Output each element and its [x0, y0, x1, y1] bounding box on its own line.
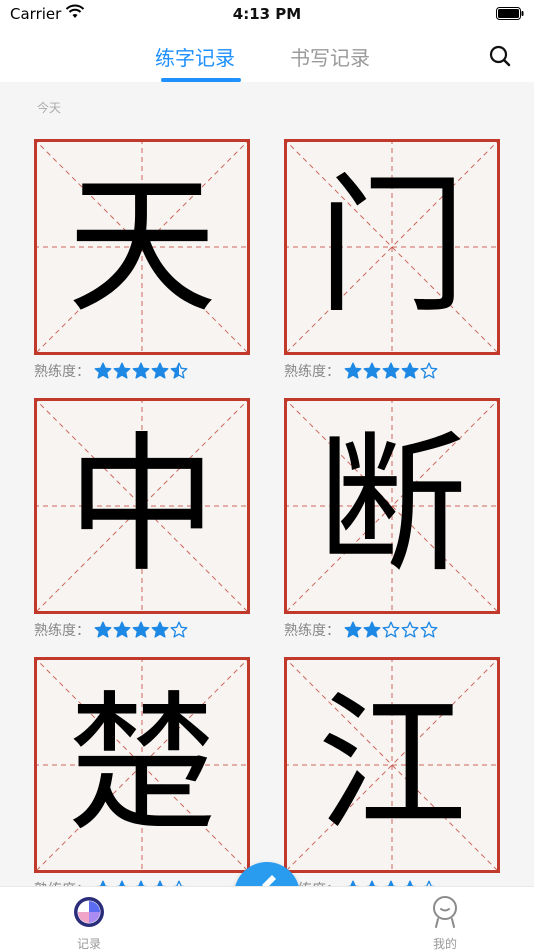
star-filled-icon: [94, 621, 112, 638]
nav-records-label: 记录: [76, 937, 101, 951]
practice-character: 中: [66, 419, 217, 593]
character-card[interactable]: 门熟练度：: [284, 139, 500, 389]
tian-zi-grid: 天: [34, 139, 250, 355]
practice-character: 楚: [66, 678, 217, 852]
star-filled-icon: [132, 362, 150, 379]
character-card[interactable]: 断熟练度：: [284, 398, 500, 648]
star-filled-icon: [94, 362, 112, 379]
star-filled-icon: [344, 621, 362, 638]
practice-character: 断: [316, 419, 467, 593]
records-list[interactable]: 今天 天熟练度：门熟练度：中熟练度：断熟练度：楚熟练度：江熟练度：: [0, 82, 534, 886]
bottom-nav: 记录 我的: [0, 886, 534, 951]
practice-character: 门: [316, 160, 467, 334]
clock: 4:13 PM: [232, 5, 302, 23]
proficiency-label: 熟练度：: [34, 364, 90, 380]
records-icon: [74, 897, 104, 927]
proficiency-rating: 熟练度：: [284, 879, 438, 886]
star-filled-icon: [382, 362, 400, 379]
profile-icon: [433, 896, 457, 928]
star-filled-icon: [401, 362, 419, 379]
tian-zi-grid: 楚: [34, 657, 250, 873]
proficiency-rating: 熟练度：: [34, 361, 188, 381]
nav-mine-label: 我的: [432, 937, 457, 951]
practice-character: 天: [66, 160, 217, 334]
star-empty-icon: [382, 621, 400, 638]
star-filled-icon: [132, 621, 150, 638]
tian-zi-grid: 断: [284, 398, 500, 614]
practice-character: 江: [316, 678, 467, 852]
proficiency-rating: 熟练度：: [284, 361, 438, 381]
star-rating: [94, 621, 188, 639]
tab-practice-records[interactable]: 练字记录: [155, 42, 235, 71]
character-card[interactable]: 楚熟练度：: [34, 657, 250, 886]
star-filled-icon: [151, 362, 169, 379]
star-rating: [344, 362, 438, 380]
star-rating: [344, 621, 438, 639]
star-empty-icon: [401, 621, 419, 638]
proficiency-rating: 熟练度：: [284, 620, 438, 640]
star-half-icon: [170, 362, 188, 379]
star-empty-icon: [420, 621, 438, 638]
star-filled-icon: [363, 362, 381, 379]
star-empty-icon: [170, 621, 188, 638]
character-card[interactable]: 天熟练度：: [34, 139, 250, 389]
search-icon[interactable]: [488, 44, 512, 68]
proficiency-label: 熟练度：: [34, 879, 90, 886]
star-filled-icon: [113, 621, 131, 638]
nav-mine[interactable]: 我的: [415, 895, 475, 952]
star-filled-icon: [113, 362, 131, 379]
tab-writing-records[interactable]: 书写记录: [290, 42, 370, 71]
section-date-label: 今天: [37, 101, 62, 115]
star-filled-icon: [363, 621, 381, 638]
star-rating: [94, 362, 188, 380]
battery-icon: [496, 7, 524, 20]
top-tab-bar: 练字记录 书写记录: [0, 30, 534, 82]
nav-records[interactable]: 记录: [59, 895, 119, 952]
proficiency-rating: 熟练度：: [34, 620, 188, 640]
tian-zi-grid: 江: [284, 657, 500, 873]
proficiency-label: 熟练度：: [284, 364, 340, 380]
star-filled-icon: [344, 362, 362, 379]
proficiency-rating: 熟练度：: [34, 879, 188, 886]
character-card[interactable]: 中熟练度：: [34, 398, 250, 648]
status-bar: Carrier 4:13 PM: [0, 0, 534, 30]
character-card[interactable]: 江熟练度：: [284, 657, 500, 886]
star-filled-icon: [151, 621, 169, 638]
proficiency-label: 熟练度：: [284, 623, 340, 639]
proficiency-label: 熟练度：: [34, 623, 90, 639]
tian-zi-grid: 门: [284, 139, 500, 355]
star-empty-icon: [420, 362, 438, 379]
tian-zi-grid: 中: [34, 398, 250, 614]
